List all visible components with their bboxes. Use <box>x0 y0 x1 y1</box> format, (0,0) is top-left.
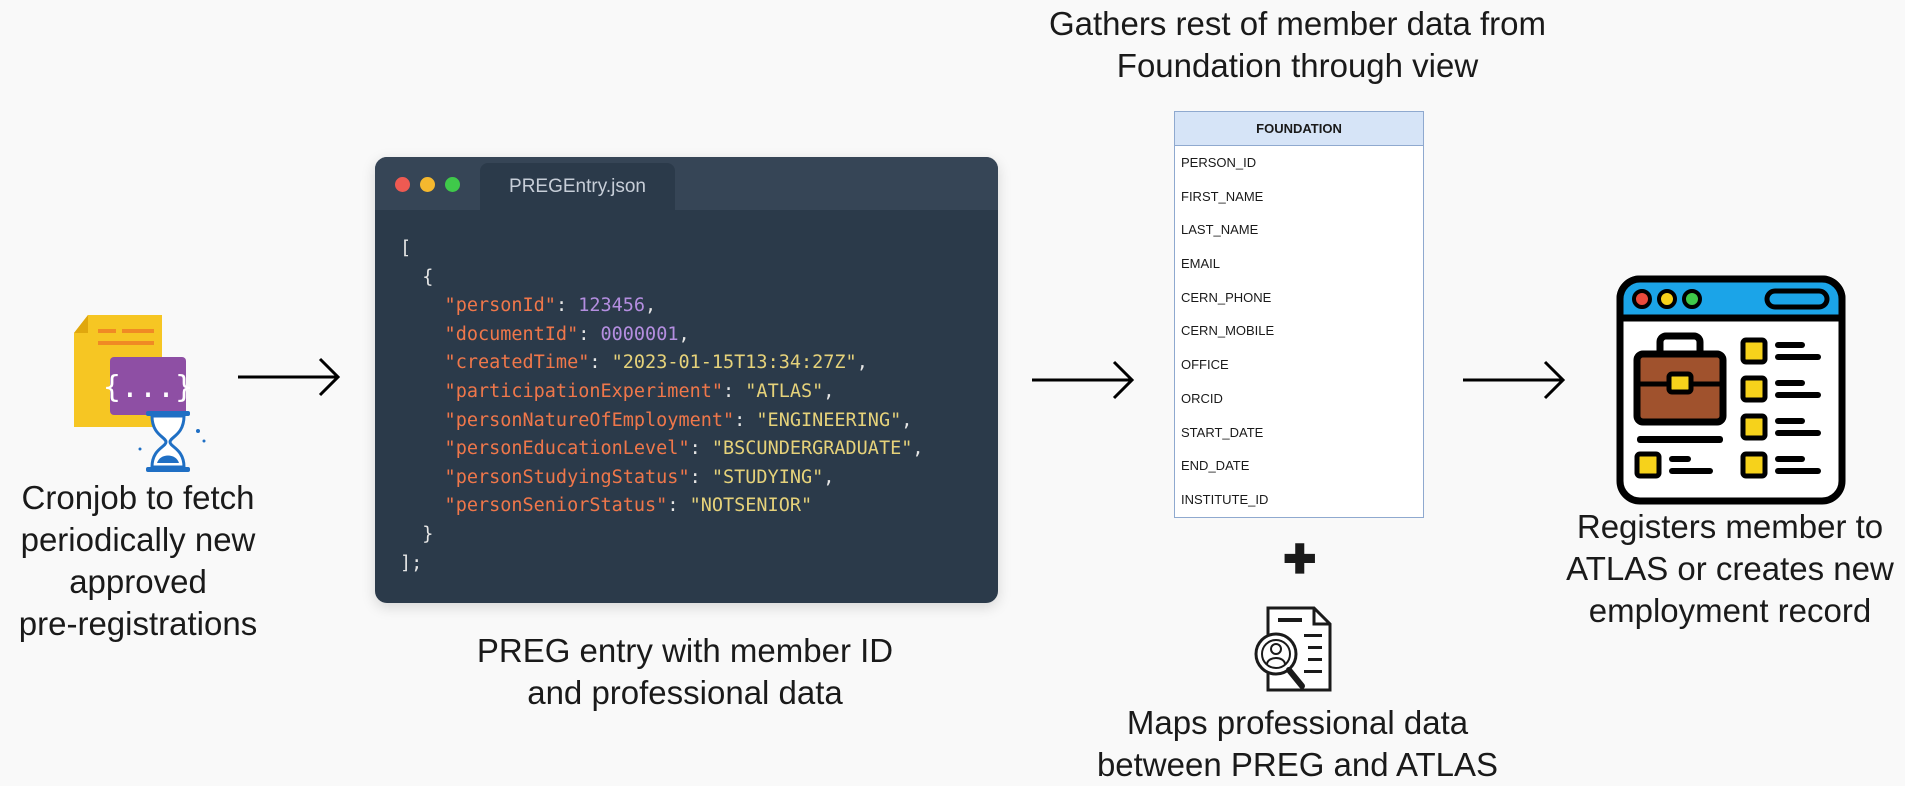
code-window: PREGEntry.json [ { "personId": 123456, "… <box>375 157 998 603</box>
code-token: : <box>689 466 712 488</box>
foundation-field: OFFICE <box>1181 357 1229 373</box>
browser-form-icon <box>1615 274 1847 506</box>
code-token: : <box>689 438 712 460</box>
maps-caption: Maps professional data between PREG and … <box>1096 704 1499 783</box>
code-token: "documentId" <box>400 323 579 345</box>
foundation-field: START_DATE <box>1181 424 1264 440</box>
code-token: , <box>678 323 690 345</box>
code-token: "2023-01-15T13:34:27Z" <box>611 352 857 374</box>
code-token: , <box>912 438 924 460</box>
foundation-table-title: FOUNDATION <box>1175 112 1423 146</box>
minimize-dot-icon <box>420 177 435 192</box>
svg-text:{...}: {...} <box>103 370 193 405</box>
gathers-caption: Gathers rest of member data from Foundat… <box>1048 5 1546 84</box>
code-token: ]; <box>400 552 423 574</box>
foundation-field: CERN_MOBILE <box>1181 323 1275 339</box>
plus-icon: ✚ <box>1283 538 1317 582</box>
code-token: "ENGINEERING" <box>756 409 902 431</box>
code-line: "personStudyingStatus": "STUDYING", <box>400 464 924 493</box>
code-line: [ <box>400 235 924 264</box>
foundation-table: FOUNDATION PERSON_ID FIRST_NAME LAST_NAME E… <box>1174 111 1424 518</box>
code-token: 123456 <box>578 295 646 317</box>
foundation-field: EMAIL <box>1181 256 1221 272</box>
code-line: "documentId": 0000001, <box>400 321 924 350</box>
right-arrow-icon <box>1032 360 1135 400</box>
code-token: "personSeniorStatus" <box>400 495 668 517</box>
foundation-field: LAST_NAME <box>1181 222 1259 238</box>
code-line: ]; <box>400 550 924 579</box>
foundation-field: PERSON_ID <box>1181 155 1257 170</box>
code-token: "NOTSENIOR" <box>689 495 813 517</box>
code-token: [ <box>400 238 412 259</box>
code-token: "createdTime" <box>400 352 590 374</box>
code-token: , <box>901 409 913 431</box>
file-tab: PREGEntry.json <box>480 163 675 210</box>
code-token: { <box>400 266 434 288</box>
code-token: "STUDYING" <box>711 466 824 488</box>
right-arrow-icon <box>238 357 341 397</box>
code-token: : <box>578 323 601 345</box>
code-token: "BSCUNDERGRADUATE" <box>711 438 913 460</box>
code-line: "createdTime": "2023-01-15T13:34:27Z", <box>400 349 924 378</box>
registers-caption: Registers member to ATLAS or creates new… <box>1566 508 1894 629</box>
cronjob-caption: Cronjob to fetch periodically new approv… <box>18 479 258 642</box>
foundation-field: ORCID <box>1181 390 1223 406</box>
code-token: "personEducationLevel" <box>400 438 690 460</box>
code-line: "personEducationLevel": "BSCUNDERGRADUAT… <box>400 435 924 464</box>
code-token: "ATLAS" <box>745 380 824 402</box>
foundation-field: CERN_PHONE <box>1181 289 1272 305</box>
code-token: "personStudyingStatus" <box>400 466 690 488</box>
code-token: : <box>589 352 612 374</box>
code-line: { <box>400 264 924 293</box>
code-token: , <box>856 352 868 374</box>
code-line: "personSeniorStatus": "NOTSENIOR" <box>400 492 924 521</box>
code-token: 0000001 <box>600 323 679 345</box>
right-arrow-icon <box>1463 360 1566 400</box>
foundation-table-fields: PERSON_ID FIRST_NAME LAST_NAME EMAIL CERN_PH… <box>1175 146 1423 517</box>
foundation-field: INSTITUTE_ID <box>1181 491 1269 507</box>
code-token: "personId" <box>400 295 556 317</box>
code-line: "participationExperiment": "ATLAS", <box>400 378 924 407</box>
code-line: "personId": 123456, <box>400 292 924 321</box>
maximize-dot-icon <box>445 177 460 192</box>
code-token: "personNatureOfEmployment" <box>400 409 735 431</box>
code-token: : <box>723 380 746 402</box>
close-dot-icon <box>395 177 410 192</box>
code-token: : <box>555 295 579 317</box>
preg-entry-caption: PREG entry with member ID and profession… <box>476 632 894 711</box>
document-search-icon <box>1246 604 1336 696</box>
cronjob-icon: {...} <box>70 315 210 475</box>
code-token: , <box>823 466 835 488</box>
code-token: , <box>823 380 835 402</box>
code-token: : <box>734 409 757 431</box>
code-token: : <box>667 495 690 517</box>
code-token: } <box>400 523 434 545</box>
code-token: , <box>645 295 657 317</box>
code-line: } <box>400 521 924 550</box>
json-code: [ { "personId": 123456, "documentId": 00… <box>400 235 924 578</box>
foundation-field: END_DATE <box>1181 458 1250 474</box>
code-token: "participationExperiment" <box>400 380 724 402</box>
foundation-field: FIRST_NAME <box>1181 188 1264 204</box>
code-window-titlebar: PREGEntry.json <box>375 157 998 210</box>
code-line: "personNatureOfEmployment": "ENGINEERING… <box>400 407 924 436</box>
